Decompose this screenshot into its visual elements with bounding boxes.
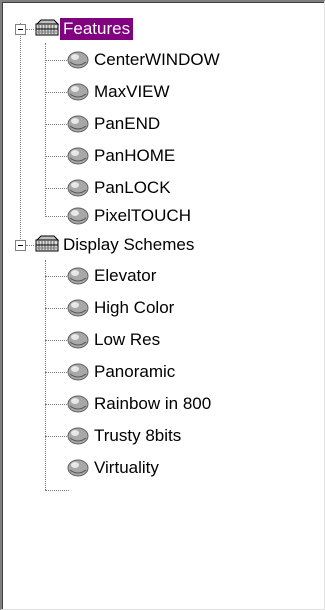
tree-item[interactable]: High Color bbox=[91, 295, 177, 321]
tree-item-label: Virtuality bbox=[94, 458, 159, 477]
tree-view[interactable]: Features CenterWINDOW MaxVIEW PanEND Pan… bbox=[0, 0, 325, 610]
gem-icon bbox=[67, 395, 89, 413]
gem-icon bbox=[67, 83, 89, 101]
tree-item-label: MaxVIEW bbox=[94, 82, 170, 101]
tree-connector bbox=[45, 490, 69, 491]
tree-item-label: PanLOCK bbox=[94, 178, 171, 197]
tree-connector bbox=[26, 245, 34, 246]
tree-item[interactable]: Elevator bbox=[91, 263, 159, 289]
tree-item[interactable]: MaxVIEW bbox=[91, 79, 173, 105]
gear-rack-icon bbox=[35, 19, 60, 36]
tree-item-label: PanEND bbox=[94, 114, 161, 133]
tree-item-label: CenterWINDOW bbox=[94, 50, 220, 69]
gem-icon bbox=[67, 331, 89, 349]
tree-item-label: Elevator bbox=[94, 266, 157, 285]
gem-icon bbox=[67, 51, 89, 69]
tree-connector bbox=[45, 260, 46, 490]
tree-item-label: Trusty 8bits bbox=[94, 426, 182, 445]
tree-item-label: Low Res bbox=[94, 330, 161, 349]
tree-connector bbox=[45, 43, 46, 215]
tree-item[interactable]: CenterWINDOW bbox=[91, 47, 223, 73]
tree-item[interactable]: Virtuality bbox=[91, 455, 162, 481]
tree-item[interactable]: PixelTOUCH bbox=[91, 203, 194, 229]
tree-connector bbox=[26, 29, 34, 30]
tree-item-label: Panoramic bbox=[94, 362, 176, 381]
gem-icon bbox=[67, 427, 89, 445]
tree-item[interactable]: Low Res bbox=[91, 327, 163, 353]
gem-icon bbox=[67, 207, 89, 225]
tree-item-label: Rainbow in 800 bbox=[94, 394, 212, 413]
gem-icon bbox=[67, 267, 89, 285]
tree-item-label: High Color bbox=[94, 298, 175, 317]
tree-group-label: Display Schemes bbox=[63, 235, 195, 254]
tree-item[interactable]: PanLOCK bbox=[91, 175, 174, 201]
collapse-toggle-display-schemes[interactable] bbox=[15, 240, 26, 251]
collapse-toggle-features[interactable] bbox=[15, 24, 26, 35]
gear-rack-icon bbox=[35, 235, 60, 252]
tree-item[interactable]: PanHOME bbox=[91, 143, 178, 169]
tree-item[interactable]: Trusty 8bits bbox=[91, 423, 184, 449]
tree-item[interactable]: PanEND bbox=[91, 111, 163, 137]
tree-item-label: PanHOME bbox=[94, 146, 176, 165]
tree-group-features[interactable]: Features bbox=[60, 16, 134, 42]
gem-icon bbox=[67, 115, 89, 133]
gem-icon bbox=[67, 147, 89, 165]
gem-icon bbox=[67, 299, 89, 317]
gem-icon bbox=[67, 363, 89, 381]
tree-item[interactable]: Panoramic bbox=[91, 359, 178, 385]
gem-icon bbox=[67, 459, 89, 477]
tree-group-label: Features bbox=[60, 18, 134, 40]
tree-item[interactable]: Rainbow in 800 bbox=[91, 391, 214, 417]
tree-group-display-schemes[interactable]: Display Schemes bbox=[60, 232, 197, 258]
gem-icon bbox=[67, 179, 89, 197]
tree-connector bbox=[20, 23, 21, 245]
tree-item-label: PixelTOUCH bbox=[94, 206, 191, 225]
